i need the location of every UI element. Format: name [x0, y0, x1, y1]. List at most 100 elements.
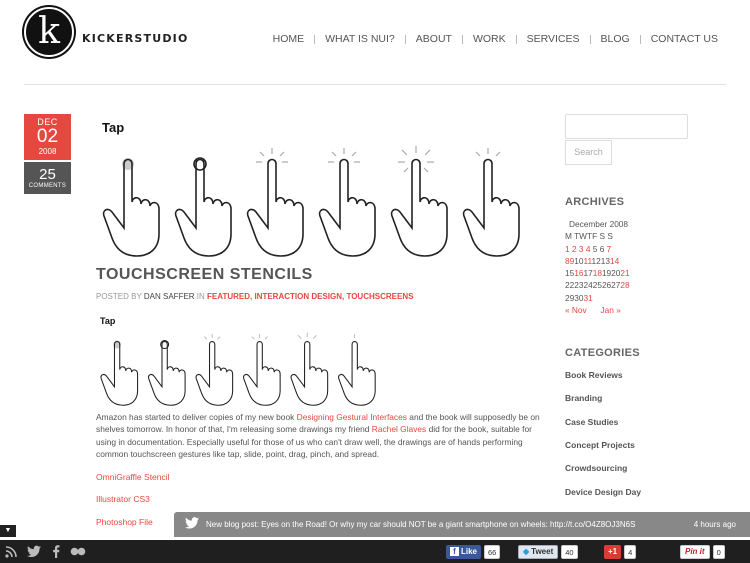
pin-it-button[interactable]: Pin it: [680, 544, 710, 559]
nav-about[interactable]: ABOUT: [416, 33, 452, 45]
post-meta: POSTED BY DAN SAFFER IN FEATURED, INTERA…: [96, 292, 413, 301]
archive-calendar: December 2008 M TWTF S S 1 2 3 4 5 6 7 89…: [565, 218, 630, 316]
calendar-day-14[interactable]: 14: [610, 256, 619, 266]
pin-count: 0: [712, 544, 725, 559]
calendar-day-25: 25: [592, 280, 602, 291]
post-title[interactable]: TOUCHSCREEN STENCILS: [96, 266, 313, 284]
nav-services[interactable]: SERVICES: [527, 33, 580, 45]
page: k KICKERSTUDIO HOME WHAT IS NUI? ABOUT W…: [0, 0, 750, 563]
calendar-day-29: 29: [565, 292, 575, 303]
weekday: W: [579, 231, 587, 242]
comments-badge[interactable]: 25 COMMENTS: [24, 162, 71, 194]
calendar-day-5: 5: [592, 243, 598, 254]
calendar-day-24: 24: [583, 280, 593, 291]
calendar-day-17: 17: [583, 268, 593, 279]
facebook-like-widget[interactable]: f Like 66: [446, 544, 501, 559]
nav-home[interactable]: HOME: [273, 33, 305, 45]
comment-label: COMMENTS: [28, 183, 67, 189]
book-link[interactable]: Designing Gestural Interfaces: [297, 412, 407, 422]
collapse-toggle-icon[interactable]: ▼: [0, 525, 16, 537]
category-book-reviews[interactable]: Book Reviews: [565, 370, 623, 380]
rss-icon[interactable]: [5, 545, 18, 558]
tweet-time: 4 hours ago: [693, 520, 736, 529]
calendar-day-13: 13: [600, 255, 610, 266]
hand-drawing-4: [318, 148, 376, 257]
tweet-message[interactable]: New blog post: Eyes on the Road! Or why …: [206, 512, 635, 537]
category-concept-projects[interactable]: Concept Projects: [565, 440, 635, 450]
search-button[interactable]: Search: [565, 140, 612, 165]
logo-letter: k: [38, 11, 60, 52]
calendar-day-18[interactable]: 18: [593, 268, 602, 278]
category-link-featured[interactable]: FEATURED: [207, 292, 250, 301]
photoshop-link[interactable]: Photoshop File: [96, 517, 153, 527]
twitter-icon[interactable]: [27, 545, 41, 558]
plus-one-count: 4: [624, 544, 637, 559]
calendar-day-31[interactable]: 31: [583, 293, 592, 303]
small-hand-drawing-4: [243, 333, 281, 406]
weekday: S: [607, 231, 613, 242]
calendar-day-7[interactable]: 7: [607, 244, 612, 254]
calendar-day-26: 26: [601, 280, 612, 291]
category-branding[interactable]: Branding: [565, 393, 602, 403]
nav-what-is-nui[interactable]: WHAT IS NUI?: [325, 33, 395, 45]
calendar-day-22: 22: [565, 280, 575, 291]
calendar-day-2[interactable]: 2: [572, 244, 577, 254]
tweet-button[interactable]: ◆ Tweet: [518, 544, 559, 559]
like-button[interactable]: f Like: [446, 544, 482, 559]
brand-name[interactable]: KICKERSTUDIO: [82, 32, 189, 45]
calendar-next-link[interactable]: Jan »: [601, 305, 621, 315]
nav-work[interactable]: WORK: [473, 33, 506, 45]
calendar-nav: « Nov Jan »: [565, 304, 630, 316]
calendar-day-28[interactable]: 28: [620, 280, 629, 290]
latest-tweet-bar[interactable]: New blog post: Eyes on the Road! Or why …: [174, 512, 750, 537]
omnigraffle-link[interactable]: OmniGraffle Stencil: [96, 472, 170, 482]
tweet-count: 40: [561, 544, 578, 559]
calendar-prev-link[interactable]: « Nov: [565, 305, 587, 315]
google-plus-widget[interactable]: +1 4: [604, 544, 637, 559]
posted-by-label: POSTED BY: [96, 292, 142, 301]
calendar-day-21[interactable]: 21: [620, 268, 629, 278]
categories-heading: CATEGORIES: [565, 347, 640, 359]
search-input[interactable]: [565, 114, 688, 139]
hand-drawing-1: [102, 158, 160, 257]
small-image-label: Tap: [100, 316, 116, 326]
calendar-day-1[interactable]: 1: [565, 244, 570, 254]
calendar-day-6: 6: [599, 243, 605, 254]
nav-contact-us[interactable]: CONTACT US: [651, 33, 718, 45]
weekday: S: [599, 231, 606, 242]
category-device-design-day[interactable]: Device Design Day: [565, 487, 641, 497]
image-label: Tap: [102, 120, 125, 135]
nav-divider: [589, 35, 591, 44]
tweet-label: Tweet: [531, 547, 554, 556]
nav-divider: [515, 35, 517, 44]
archives-heading: ARCHIVES: [565, 196, 625, 208]
main-nav: HOME WHAT IS NUI? ABOUT WORK SERVICES BL…: [273, 33, 718, 45]
pinterest-widget[interactable]: Pin it 0: [680, 544, 725, 559]
category-case-studies[interactable]: Case Studies: [565, 417, 618, 427]
small-hand-drawing-1: [100, 340, 139, 406]
category-crowdsourcing[interactable]: Crowdsourcing: [565, 463, 627, 473]
calendar-week-row: 293031: [565, 292, 630, 304]
flickr-icon[interactable]: [70, 545, 86, 558]
tweet-widget[interactable]: ◆ Tweet 40: [518, 544, 578, 559]
like-label: Like: [461, 547, 478, 556]
facebook-icon[interactable]: [52, 545, 60, 558]
category-link-touchscreens[interactable]: TOUCHSCREENS: [346, 292, 413, 301]
plus-one-button[interactable]: +1: [604, 544, 622, 559]
body-text: Amazon has started to deliver copies of …: [96, 412, 297, 422]
calendar-day-3[interactable]: 3: [579, 244, 584, 254]
facebook-f-icon: f: [450, 547, 459, 556]
calendar-week-row: 1 2 3 4 5 6 7: [565, 243, 630, 255]
category-link-interaction-design[interactable]: INTERACTION DESIGN: [254, 292, 342, 301]
small-hand-drawing-6: [338, 333, 376, 406]
calendar-weekdays: M TWTF S S: [565, 230, 630, 242]
tweet-bird-icon: ◆: [523, 547, 530, 556]
illustrator-link[interactable]: Illustrator CS3: [96, 494, 150, 504]
calendar-week-row: 15161718192021: [565, 267, 630, 279]
nav-blog[interactable]: BLOG: [601, 33, 630, 45]
author-link[interactable]: DAN SAFFER: [144, 292, 195, 301]
calendar-day-4[interactable]: 4: [586, 244, 591, 254]
rachel-glaves-link[interactable]: Rachel Glaves: [372, 424, 426, 434]
logo[interactable]: k: [24, 7, 74, 57]
small-hand-drawing-5: [290, 332, 329, 406]
